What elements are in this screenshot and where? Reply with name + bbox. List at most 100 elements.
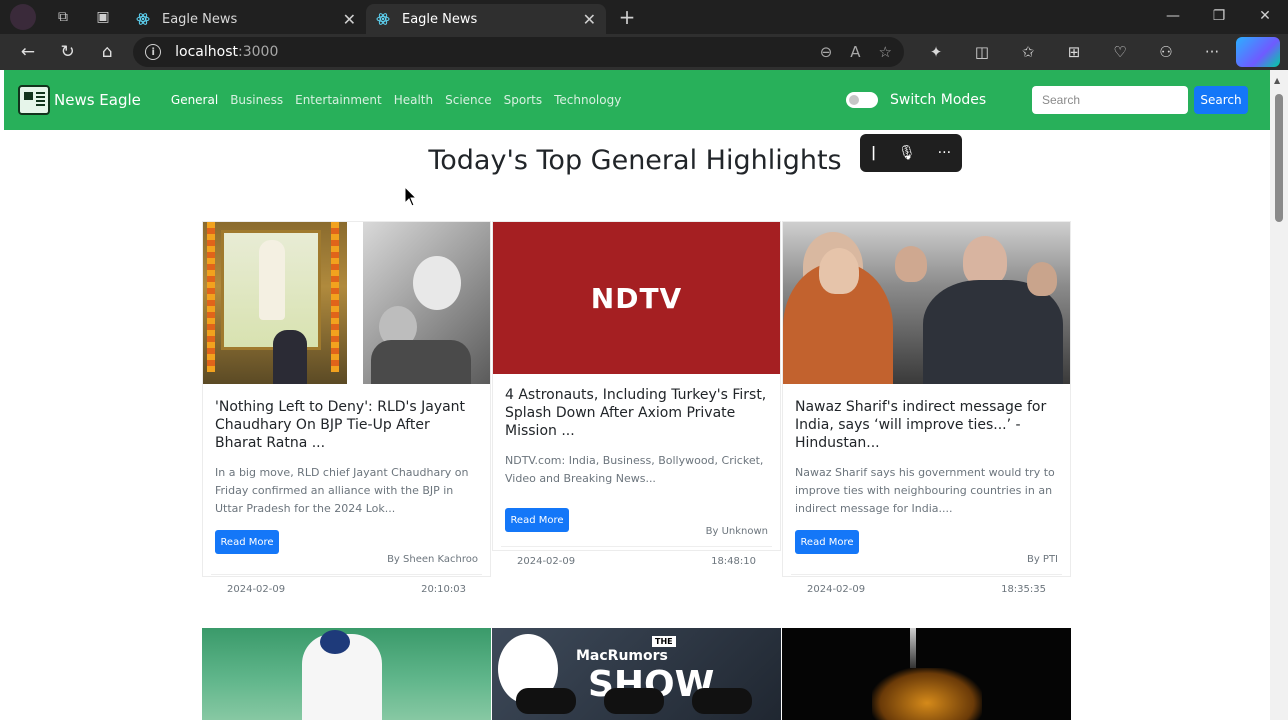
- news-description: Nawaz Sharif says his government would t…: [795, 466, 1055, 515]
- refresh-icon[interactable]: ↻: [48, 37, 88, 67]
- news-card: NDTV 4 Astronauts, Including Turkey's Fi…: [492, 221, 781, 567]
- news-image: [783, 222, 1070, 384]
- url-host: localhost: [175, 44, 238, 60]
- brand-name: News Eagle: [54, 91, 141, 109]
- read-more-button[interactable]: Read More: [505, 508, 569, 532]
- news-footer: 2024-02-09 18:35:35: [791, 574, 1062, 604]
- nav-link-sports[interactable]: Sports: [504, 93, 542, 107]
- split-screen-icon[interactable]: ◫: [960, 37, 1004, 67]
- window-controls: — ❐ ✕: [1150, 0, 1288, 34]
- minimize-icon[interactable]: —: [1150, 0, 1196, 32]
- news-author: By Unknown: [705, 526, 768, 537]
- news-author: By PTI: [1026, 554, 1058, 565]
- tab-title: Eagle News: [162, 11, 238, 27]
- read-aloud-icon[interactable]: A: [850, 43, 860, 61]
- news-description: In a big move, RLD chief Jayant Chaudhar…: [215, 466, 469, 515]
- react-favicon-icon: [376, 12, 390, 26]
- copilot-icon[interactable]: [1235, 37, 1280, 67]
- restore-icon[interactable]: ❐: [1196, 0, 1242, 32]
- toggle-switch[interactable]: [846, 92, 878, 108]
- news-time: 20:10:03: [421, 584, 466, 595]
- news-card: 'Nothing Left to Deny': RLD's Jayant Cha…: [202, 221, 491, 595]
- read-more-button[interactable]: Read More: [215, 530, 279, 554]
- collections-icon[interactable]: ⊞: [1052, 37, 1096, 67]
- browser-tab-2[interactable]: Eagle News ✕: [366, 4, 606, 34]
- site-info-icon[interactable]: i: [145, 44, 162, 60]
- window-close-icon[interactable]: ✕: [1242, 0, 1288, 32]
- browser-tab-1[interactable]: Eagle News ✕: [126, 4, 366, 34]
- tab-actions-icon[interactable]: ▣: [92, 6, 114, 28]
- news-image: [203, 222, 490, 384]
- news-title: 4 Astronauts, Including Turkey's First, …: [505, 387, 767, 439]
- news-image[interactable]: [782, 628, 1071, 720]
- floating-toolbar: | 🎙 ···: [860, 134, 962, 172]
- nav-link-health[interactable]: Health: [394, 93, 433, 107]
- ndtv-logo: NDTV: [590, 281, 683, 315]
- nav-link-entertainment[interactable]: Entertainment: [295, 93, 382, 107]
- news-image[interactable]: THE MacRumors SHOW: [492, 628, 781, 720]
- news-time: 18:35:35: [1001, 584, 1046, 595]
- browser-essentials-icon[interactable]: ♡: [1098, 37, 1142, 67]
- page-scrollbar[interactable]: ▲: [1270, 70, 1288, 720]
- macrumors-the: THE: [652, 636, 676, 647]
- profile-avatar-icon[interactable]: [10, 4, 36, 30]
- nav-link-science[interactable]: Science: [445, 93, 492, 107]
- scroll-up-icon[interactable]: ▲: [1274, 76, 1280, 85]
- nav-link-technology[interactable]: Technology: [554, 93, 621, 107]
- news-date: 2024-02-09: [807, 584, 866, 595]
- news-title: Nawaz Sharif's indirect message for Indi…: [795, 399, 1047, 451]
- site-navbar: News Eagle General Business Entertainmen…: [4, 70, 1270, 130]
- favorite-star-icon[interactable]: ☆: [879, 43, 892, 61]
- zoom-out-icon[interactable]: ⊖: [820, 43, 833, 61]
- microphone-icon[interactable]: 🎙: [898, 145, 916, 161]
- news-cards-row: 'Nothing Left to Deny': RLD's Jayant Cha…: [202, 221, 1071, 595]
- news-card: Nawaz Sharif's indirect message for Indi…: [782, 221, 1071, 595]
- mode-switch[interactable]: Switch Modes: [846, 92, 986, 108]
- extensions-icon[interactable]: ✦: [914, 37, 958, 67]
- page-title: Today's Top General Highlights: [428, 145, 842, 176]
- news-title: 'Nothing Left to Deny': RLD's Jayant Cha…: [215, 399, 466, 451]
- news-time: 18:48:10: [711, 556, 756, 567]
- news-footer: 2024-02-09 20:10:03: [211, 574, 482, 604]
- category-nav: General Business Entertainment Health Sc…: [171, 93, 621, 107]
- brand[interactable]: News Eagle: [18, 85, 141, 115]
- mouse-pointer-icon: [404, 186, 418, 207]
- news-cards-row-2: THE MacRumors SHOW: [202, 628, 1071, 720]
- switch-label: Switch Modes: [890, 92, 987, 108]
- url-port: :3000: [238, 44, 279, 60]
- favorites-icon[interactable]: ✩: [1006, 37, 1050, 67]
- search-form: Search: [1032, 86, 1248, 114]
- new-tab-plus-icon[interactable]: +: [612, 2, 642, 32]
- browser-toolbar: ✦ ◫ ✩ ⊞ ♡ ⚇ ···: [914, 37, 1280, 67]
- nav-link-general[interactable]: General: [171, 93, 218, 107]
- news-footer: 2024-02-09 18:48:10: [501, 546, 772, 576]
- news-author: By Sheen Kachroo: [387, 554, 478, 565]
- news-image: NDTV: [493, 222, 780, 374]
- back-arrow-icon[interactable]: ←: [8, 37, 48, 67]
- workspaces-icon[interactable]: ⧉: [52, 6, 74, 28]
- page-viewport: News Eagle General Business Entertainmen…: [0, 70, 1288, 720]
- url-field[interactable]: i localhost:3000 ⊖ A ☆: [133, 37, 904, 67]
- home-icon[interactable]: ⌂: [87, 37, 127, 67]
- macrumors-text: MacRumors: [576, 648, 668, 664]
- tab-title: Eagle News: [402, 11, 478, 27]
- more-icon[interactable]: ···: [938, 145, 951, 161]
- text-cursor-icon[interactable]: |: [871, 145, 876, 161]
- react-favicon-icon: [136, 12, 150, 26]
- nav-link-business[interactable]: Business: [230, 93, 283, 107]
- search-input[interactable]: [1032, 86, 1188, 114]
- news-date: 2024-02-09: [227, 584, 286, 595]
- browser-tab-bar: ⧉ ▣ Eagle News ✕ Eagle News ✕ + — ❐ ✕: [0, 0, 1288, 34]
- search-button[interactable]: Search: [1194, 86, 1248, 114]
- address-bar-row: ← ↻ ⌂ i localhost:3000 ⊖ A ☆ ✦ ◫ ✩ ⊞ ♡ ⚇…: [0, 34, 1288, 70]
- newspaper-logo-icon: [18, 85, 50, 115]
- news-description: NDTV.com: India, Business, Bollywood, Cr…: [505, 454, 764, 485]
- profile-sync-icon[interactable]: ⚇: [1144, 37, 1188, 67]
- read-more-button[interactable]: Read More: [795, 530, 859, 554]
- close-tab-icon[interactable]: ✕: [583, 10, 596, 29]
- close-tab-icon[interactable]: ✕: [343, 10, 356, 29]
- scrollbar-thumb[interactable]: [1275, 94, 1283, 222]
- news-date: 2024-02-09: [517, 556, 576, 567]
- more-options-icon[interactable]: ···: [1190, 37, 1234, 67]
- news-image[interactable]: [202, 628, 491, 720]
